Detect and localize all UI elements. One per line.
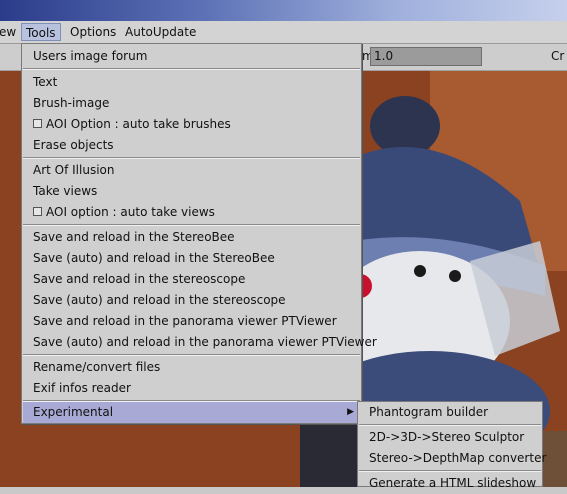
submenu-item-stereo-sculptor[interactable]: 2D->3D->Stereo Sculptor: [359, 427, 541, 448]
menu-tools[interactable]: Tools: [21, 23, 61, 41]
menu-item-erase-objects[interactable]: Erase objects: [23, 135, 360, 156]
menu-bar: ew Tools Options AutoUpdate: [0, 21, 567, 44]
checkbox-icon[interactable]: [33, 119, 42, 128]
menu-separator: [359, 470, 541, 472]
menu-item-ptviewer-reload[interactable]: Save and reload in the panorama viewer P…: [23, 311, 360, 332]
menu-item-take-views[interactable]: Take views: [23, 181, 360, 202]
menu-item-stereobee-reload[interactable]: Save and reload in the StereoBee: [23, 227, 360, 248]
menu-view[interactable]: ew: [0, 23, 20, 41]
submenu-arrow-icon: ▶: [347, 407, 354, 417]
menu-item-text[interactable]: Text: [23, 72, 360, 93]
menu-item-brush-image[interactable]: Brush-image: [23, 93, 360, 114]
menu-separator: [23, 354, 360, 356]
submenu-item-html-slideshow[interactable]: Generate a HTML slideshow: [359, 473, 541, 494]
menu-item-art-of-illusion[interactable]: Art Of Illusion: [23, 160, 360, 181]
menu-item-label: AOI option : auto take views: [46, 205, 215, 219]
menu-item-ptviewer-auto[interactable]: Save (auto) and reload in the panorama v…: [23, 332, 377, 353]
menu-item-exif-reader[interactable]: Exif infos reader: [23, 378, 360, 399]
menu-autoupdate[interactable]: AutoUpdate: [121, 23, 200, 41]
menu-separator: [23, 68, 360, 70]
window-title-bar[interactable]: [0, 0, 567, 21]
zoom-input[interactable]: 1.0: [370, 47, 482, 66]
checkbox-icon[interactable]: [33, 207, 42, 216]
submenu-item-depthmap-converter[interactable]: Stereo->DepthMap converter: [359, 448, 546, 469]
tools-menu: Users image forum Text Brush-image AOI O…: [21, 43, 377, 424]
experimental-submenu: Phantogram builder 2D->3D->Stereo Sculpt…: [357, 401, 546, 490]
menu-item-stereoscope-auto[interactable]: Save (auto) and reload in the stereoscop…: [23, 290, 360, 311]
menu-item-rename-convert[interactable]: Rename/convert files: [23, 357, 360, 378]
menu-separator: [23, 224, 360, 226]
menu-item-label: Experimental: [33, 405, 114, 419]
menu-separator: [23, 157, 360, 159]
cr-label: Cr: [551, 49, 565, 63]
submenu-item-phantogram-builder[interactable]: Phantogram builder: [359, 402, 541, 423]
menu-item-stereoscope-reload[interactable]: Save and reload in the stereoscope: [23, 269, 360, 290]
menu-separator: [359, 424, 541, 426]
menu-item-label: AOI Option : auto take brushes: [46, 117, 231, 131]
menu-item-experimental[interactable]: Experimental ▶: [23, 402, 360, 423]
menu-item-aoi-auto-take-brushes[interactable]: AOI Option : auto take brushes: [23, 114, 360, 135]
menu-item-aoi-auto-take-views[interactable]: AOI option : auto take views: [23, 202, 360, 223]
menu-options[interactable]: Options: [66, 23, 120, 41]
menu-item-users-image-forum[interactable]: Users image forum: [23, 46, 360, 67]
menu-item-stereobee-auto[interactable]: Save (auto) and reload in the StereoBee: [23, 248, 360, 269]
